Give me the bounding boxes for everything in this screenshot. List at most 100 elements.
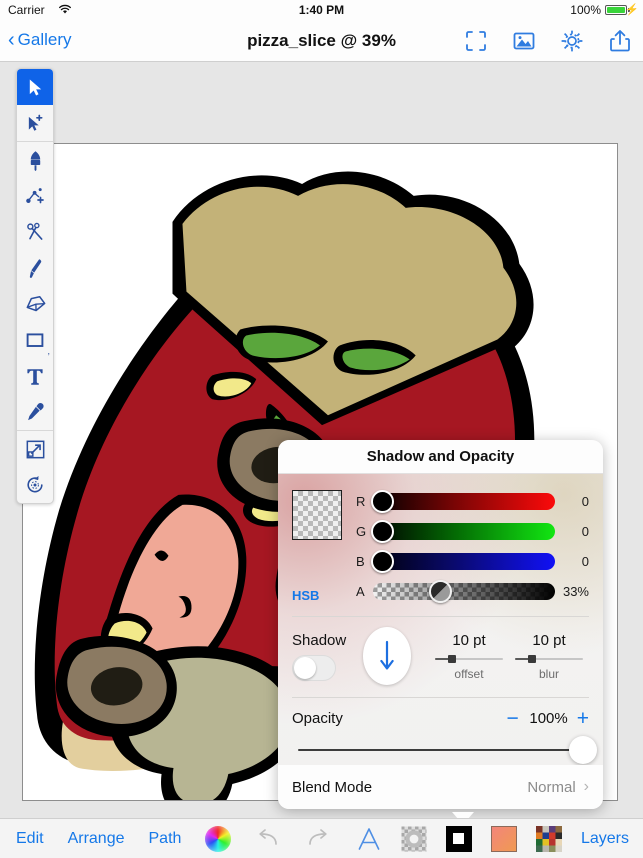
app-root: Carrier 1:40 PM 100% ⚡ ‹ Gallery pizza_s…: [0, 0, 643, 858]
shadow-blur-control: 10 pt blur: [509, 632, 589, 681]
rotate-tool[interactable]: [17, 467, 53, 503]
fullscreen-frame-icon[interactable]: [463, 28, 489, 54]
blend-mode-value: Normal: [527, 778, 576, 796]
scale-transform-icon: [26, 440, 44, 458]
status-bar: Carrier 1:40 PM 100% ⚡: [0, 0, 643, 20]
transparent-checkerboard-swatch[interactable]: [292, 490, 342, 540]
opacity-section: Opacity − 100% +: [278, 698, 603, 765]
arrange-menu-button[interactable]: Arrange: [68, 830, 125, 848]
scissors-icon: [26, 222, 42, 240]
paint-brush-icon: [29, 258, 41, 278]
color-sliders-group: R 0 G 0 B 0 A 33%: [292, 486, 589, 606]
color-section: R 0 G 0 B 0 A 33% HSB: [278, 474, 603, 616]
color-palette-grid-icon[interactable]: [535, 825, 562, 852]
pen-tool[interactable]: [17, 142, 53, 178]
gear-icon[interactable]: [559, 28, 585, 54]
transform-tool[interactable]: [17, 431, 53, 467]
shadow-offset-caption: offset: [454, 666, 484, 681]
opacity-label: Opacity: [292, 710, 343, 727]
battery-percent-label: 100%: [570, 3, 601, 17]
gradient-fill-swatch-icon[interactable]: [490, 825, 517, 852]
edit-menu-button[interactable]: Edit: [16, 830, 44, 848]
channel-slider-g[interactable]: [371, 519, 555, 543]
opacity-slider-thumb[interactable]: [569, 736, 597, 764]
channel-thumb-b[interactable]: [371, 549, 394, 573]
rectangle-icon: [26, 333, 44, 347]
channel-slider-a[interactable]: [373, 579, 555, 603]
channel-slider-r[interactable]: [371, 489, 555, 513]
shadow-blur-slider[interactable]: [515, 654, 583, 663]
shadow-opacity-icon[interactable]: [401, 826, 427, 852]
channel-slider-list: R 0 G 0 B 0 A 33%: [356, 486, 589, 606]
shadow-offset-slider[interactable]: [435, 654, 503, 663]
nav-bar: ‹ Gallery pizza_slice @ 39%: [0, 20, 643, 62]
shadow-enable-toggle[interactable]: [292, 654, 336, 681]
lightning-bolt-icon: ⚡: [625, 4, 639, 16]
channel-row-r: R 0: [356, 486, 589, 516]
shadow-params: 10 pt offset 10 pt blur: [429, 632, 589, 681]
eraser-icon: [26, 295, 45, 312]
channel-value-g: 0: [581, 523, 589, 539]
path-menu-button[interactable]: Path: [149, 830, 182, 848]
black-square-stroke-icon[interactable]: [445, 825, 472, 852]
channel-row-a: A 33%: [356, 576, 589, 606]
rotate-clockwise-icon: [27, 476, 43, 493]
color-wheel-icon[interactable]: [205, 825, 232, 852]
text-t-icon: [27, 368, 43, 385]
opacity-increment-button[interactable]: +: [577, 708, 589, 729]
channel-value-r: 0: [581, 493, 589, 509]
hsb-mode-button[interactable]: HSB: [292, 588, 319, 603]
shadow-offset-thumb[interactable]: [447, 654, 456, 663]
add-node-tool[interactable]: [17, 105, 53, 141]
eyedropper-icon: [27, 403, 44, 421]
bottom-left-group: Edit Arrange Path: [0, 825, 331, 852]
redo-arrow-icon[interactable]: [305, 828, 331, 849]
channel-thumb-r[interactable]: [371, 489, 394, 513]
shape-tool[interactable]: ,: [17, 322, 53, 358]
select-tool[interactable]: [17, 69, 53, 105]
shadow-toggle-group: Shadow: [292, 632, 357, 681]
shadow-blur-thumb[interactable]: [527, 654, 536, 663]
nav-actions: [463, 28, 633, 54]
opacity-decrement-button[interactable]: −: [506, 708, 518, 729]
clock-label: 1:40 PM: [298, 3, 345, 17]
shadow-blur-caption: blur: [538, 666, 559, 681]
shadow-direction-dial[interactable]: [362, 627, 411, 685]
eyedropper-tool[interactable]: [17, 394, 53, 430]
bottom-right-group: Layers: [356, 825, 643, 852]
undo-arrow-icon[interactable]: [255, 828, 281, 849]
path-node-plus-icon: [26, 188, 44, 204]
shadow-blur-value: 10 pt: [532, 631, 566, 649]
outlined-a-icon[interactable]: [356, 826, 382, 852]
layers-button[interactable]: Layers: [581, 830, 629, 848]
channel-row-b: B 0: [356, 546, 589, 576]
scissors-tool[interactable]: [17, 214, 53, 250]
node-add-tool[interactable]: [17, 178, 53, 214]
cursor-plus-icon: [28, 114, 43, 131]
brush-tool[interactable]: [17, 250, 53, 286]
channel-slider-b[interactable]: [371, 549, 555, 573]
opacity-header: Opacity − 100% +: [292, 708, 589, 729]
eraser-tool[interactable]: [17, 286, 53, 322]
popover-body: R 0 G 0 B 0 A 33% HSB Shadow 10 pt offse…: [278, 474, 603, 809]
blend-mode-row[interactable]: Blend Mode Normal ›: [278, 765, 603, 809]
channel-row-g: G 0: [356, 516, 589, 546]
arrow-down-icon: [380, 640, 394, 670]
toggle-knob: [294, 656, 316, 679]
blend-mode-label: Blend Mode: [292, 778, 373, 796]
shadow-offset-control: 10 pt offset: [429, 632, 509, 681]
text-tool[interactable]: [17, 358, 53, 394]
shadow-label: Shadow: [292, 631, 347, 649]
chevron-right-icon: ›: [583, 778, 589, 795]
fountain-pen-nib-icon: [30, 150, 40, 171]
opacity-value: 100%: [529, 710, 568, 727]
channel-value-b: 0: [581, 553, 589, 569]
photo-icon[interactable]: [511, 28, 537, 54]
opacity-slider[interactable]: [298, 736, 597, 764]
shadow-section: Shadow 10 pt offset 10 pt blur: [278, 617, 603, 697]
arrow-cursor-icon: [29, 79, 41, 95]
popover-title: Shadow and Opacity: [278, 440, 603, 474]
channel-thumb-g[interactable]: [371, 519, 394, 543]
channel-thumb-a[interactable]: [429, 579, 453, 603]
share-up-arrow-icon[interactable]: [607, 28, 633, 54]
